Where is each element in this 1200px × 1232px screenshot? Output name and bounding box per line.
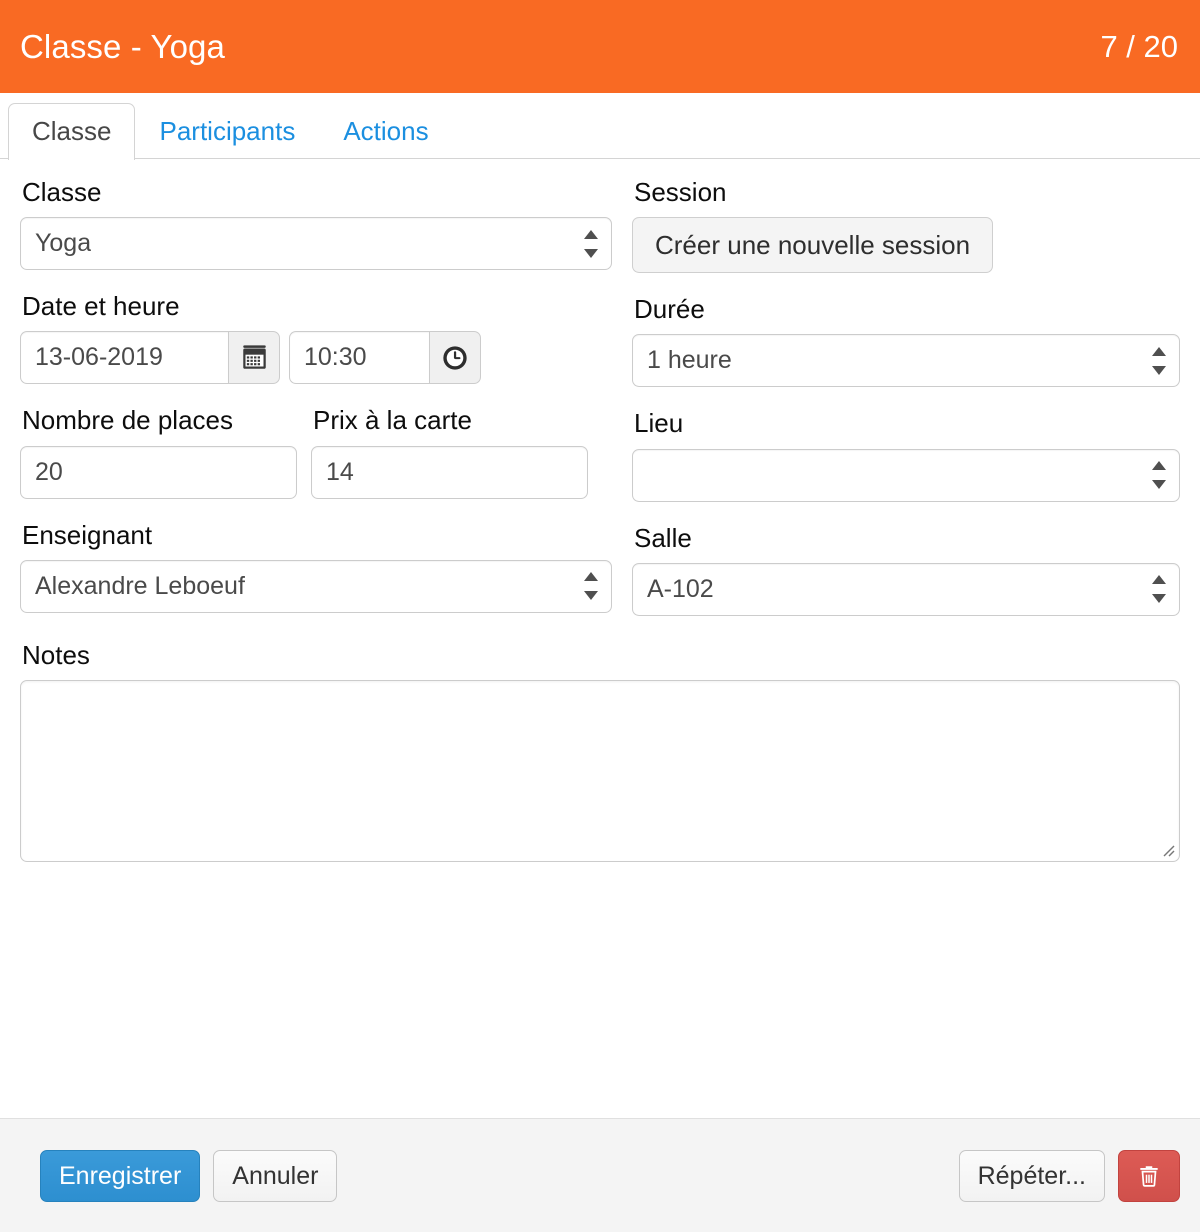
action-bar: Enregistrer Annuler Répéter... — [0, 1118, 1200, 1232]
label-session: Session — [634, 177, 727, 207]
label-prix-a-la-carte: Prix à la carte — [313, 405, 472, 436]
tab-actions[interactable]: Actions — [319, 103, 452, 161]
field-duree: Durée 1 heure — [632, 294, 1180, 388]
places-prix-group: Nombre de places Prix à la carte — [20, 405, 612, 499]
window-titlebar: Classe - Yoga 7 / 20 — [0, 0, 1200, 93]
label-lieu: Lieu — [634, 408, 684, 439]
form-body: Classe Yoga Date et heure 13-06-2019 10:… — [0, 159, 1200, 1118]
field-date-et-heure: Date et heure — [20, 291, 612, 385]
field-salle: Salle A-102 — [632, 523, 1180, 616]
clock-button[interactable] — [429, 331, 481, 385]
field-session: Session Créer une nouvelle session — [632, 177, 1180, 274]
form-column-right: Session Créer une nouvelle session Durée… — [613, 177, 1180, 637]
calendar-button[interactable] — [228, 331, 280, 385]
trash-icon — [1136, 1163, 1162, 1189]
field-enseignant: Enseignant Alexandre Leboeuf — [20, 520, 612, 613]
prix-a-la-carte-input[interactable] — [311, 445, 588, 499]
field-prix-a-la-carte: Prix à la carte — [311, 405, 588, 499]
label-notes: Notes — [22, 639, 90, 670]
save-button[interactable]: Enregistrer — [40, 1149, 201, 1202]
select-classe-value: Yoga — [35, 229, 92, 258]
action-bar-right: Répéter... — [958, 1149, 1180, 1202]
chevron-updown-icon — [1152, 346, 1166, 375]
form-column-left: Classe Yoga Date et heure 13-06-2019 10:… — [20, 177, 612, 637]
chevron-updown-icon — [1152, 575, 1166, 604]
repeat-button[interactable]: Répéter... — [958, 1149, 1105, 1202]
select-duree-value: 1 heure — [647, 346, 732, 375]
time-input[interactable] — [289, 331, 429, 385]
chevron-updown-icon — [1152, 461, 1166, 490]
clock-icon — [441, 344, 469, 372]
label-date-et-heure: Date et heure — [22, 291, 180, 322]
field-places-prix: Nombre de places Prix à la carte — [20, 405, 612, 499]
class-edit-window: Classe - Yoga 7 / 20 Classe Participants… — [0, 0, 1200, 1232]
tab-participants[interactable]: Participants — [135, 103, 319, 161]
action-bar-left: Enregistrer Annuler — [40, 1149, 338, 1202]
label-enseignant: Enseignant — [22, 519, 153, 550]
select-enseignant[interactable]: Alexandre Leboeuf — [20, 559, 612, 613]
record-counter: 7 / 20 — [1100, 29, 1178, 64]
select-classe[interactable]: Yoga — [20, 217, 612, 271]
tab-classe[interactable]: Classe — [8, 102, 136, 160]
chevron-updown-icon — [584, 572, 598, 601]
select-salle-value: A-102 — [647, 574, 714, 603]
field-lieu: Lieu — [632, 408, 1180, 502]
nombre-de-places-input[interactable] — [20, 445, 297, 499]
time-input-group — [289, 331, 481, 385]
field-nombre-de-places: Nombre de places — [20, 405, 297, 499]
field-notes: Notes — [20, 640, 1180, 862]
chevron-updown-icon — [584, 229, 598, 258]
select-duree[interactable]: 1 heure — [632, 334, 1180, 388]
notes-textarea[interactable] — [20, 679, 1180, 862]
create-session-button[interactable]: Créer une nouvelle session — [632, 217, 994, 274]
label-classe: Classe — [22, 177, 102, 207]
select-enseignant-value: Alexandre Leboeuf — [35, 571, 245, 600]
date-input-group — [20, 331, 280, 385]
delete-button[interactable] — [1118, 1149, 1180, 1202]
date-input[interactable] — [20, 331, 228, 385]
field-classe: Classe Yoga — [20, 177, 612, 271]
label-salle: Salle — [634, 522, 692, 553]
label-duree: Durée — [634, 294, 705, 325]
cancel-button[interactable]: Annuler — [213, 1149, 338, 1202]
notes-wrapper — [20, 679, 1180, 862]
tab-bar: Classe Participants Actions — [0, 93, 1200, 161]
select-salle[interactable]: A-102 — [632, 562, 1180, 616]
calendar-icon — [241, 344, 268, 371]
page-title: Classe - Yoga — [20, 28, 225, 65]
datetime-group — [20, 331, 612, 385]
label-nombre-de-places: Nombre de places — [22, 405, 233, 436]
form-grid: Classe Yoga Date et heure 13-06-2019 10:… — [20, 177, 1180, 637]
select-lieu[interactable] — [632, 448, 1180, 502]
